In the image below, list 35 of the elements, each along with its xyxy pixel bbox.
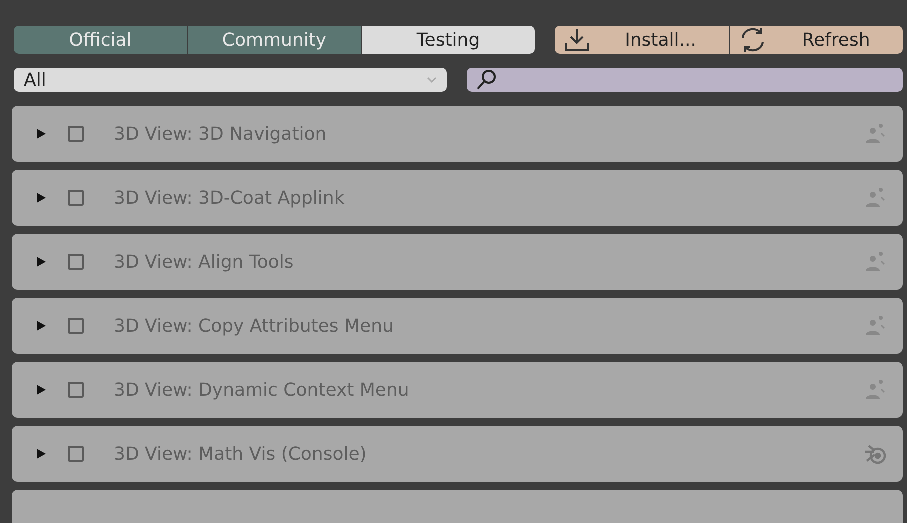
addon-row[interactable]: 3D View: 3D Navigation [12,106,903,162]
chevron-icon [427,77,437,83]
expand-triangle-icon[interactable] [36,129,46,139]
search-icon [475,68,499,92]
expand-triangle-icon[interactable] [36,193,46,203]
download-icon [563,27,591,53]
addon-name: 3D View: 3D Navigation [114,124,328,144]
addon-name: 3D View: 3D-Coat Applink [114,188,346,208]
expand-triangle-icon[interactable] [36,321,46,331]
enable-checkbox[interactable] [68,254,84,270]
addon-name: 3D View: Dynamic Context Menu [114,380,410,400]
addon-name: 3D View: Math Vis (Console) [114,444,368,464]
addon-row[interactable]: 3D View: Align Tools [12,234,903,290]
addon-name: 3D View: Copy Attributes Menu [114,316,395,336]
enable-checkbox[interactable] [68,446,84,462]
enable-checkbox[interactable] [68,126,84,142]
expand-triangle-icon[interactable] [36,449,46,459]
refresh-button[interactable]: Refresh [730,26,903,54]
enable-checkbox[interactable] [68,190,84,206]
enable-checkbox[interactable] [68,318,84,334]
support-tab[interactable]: Official [14,26,188,54]
addon-row[interactable]: 3D View: Math Vis (Console) [12,426,903,482]
support-tab[interactable]: Testing [362,26,535,54]
addon-row[interactable]: 3D View: 3D-Coat Applink [12,170,903,226]
blender-logo-icon [863,443,889,465]
expand-triangle-icon[interactable] [36,385,46,395]
addon-name: 3D View: Align Tools [114,252,295,272]
install-button[interactable]: Install... [555,26,730,54]
expand-triangle-icon[interactable] [36,257,46,267]
support-tab[interactable]: Community [188,26,362,54]
enable-checkbox[interactable] [68,382,84,398]
addon-row[interactable]: 3D View: Copy Attributes Menu [12,298,903,354]
category-dropdown[interactable]: All [14,68,447,92]
search-field[interactable] [467,68,903,92]
addon-row[interactable]: 3D View: Dynamic Context Menu [12,362,903,418]
